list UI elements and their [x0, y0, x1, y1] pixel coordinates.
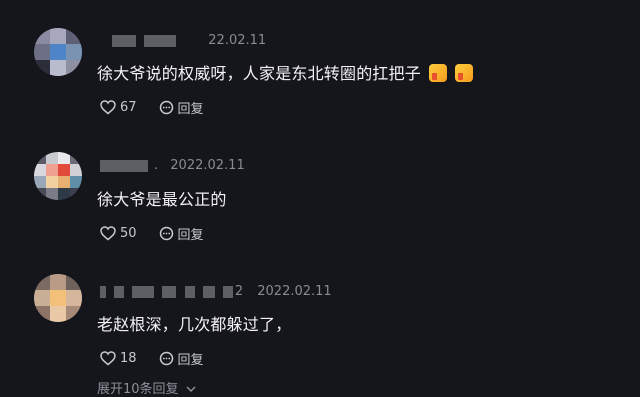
thumbs-up-icon — [455, 64, 474, 82]
username-redacted[interactable] — [202, 285, 215, 298]
comment-date: 2022.02.11 — [170, 158, 245, 173]
heart-outline-icon — [100, 226, 116, 241]
comment-meta: 22.02.11 — [112, 33, 266, 48]
heart-outline-icon — [100, 100, 116, 115]
like-count: 18 — [120, 351, 137, 366]
username-redacted[interactable] — [184, 285, 195, 298]
username-redacted[interactable] — [132, 285, 155, 298]
reply-bubble-icon — [159, 226, 173, 241]
username-redacted[interactable] — [222, 285, 233, 298]
expand-label: 展开10条回复 — [97, 382, 179, 397]
reply-button[interactable]: 回复 — [159, 224, 204, 243]
chevron-down-icon — [186, 386, 196, 393]
separator-dot: . — [154, 158, 159, 173]
reply-bubble-icon — [159, 100, 173, 115]
reply-label: 回复 — [177, 353, 204, 368]
comment-actions: 67 回复 — [100, 98, 226, 117]
comment-meta: . 2022.02.11 — [100, 158, 245, 173]
reply-label: 回复 — [177, 102, 204, 117]
comment-actions: 18 回复 — [100, 349, 226, 368]
like-count: 67 — [120, 100, 137, 115]
expand-replies-button[interactable]: 展开10条回复 — [97, 378, 196, 397]
username-redacted[interactable] — [112, 34, 136, 47]
heart-outline-icon — [100, 351, 116, 366]
reply-button[interactable]: 回复 — [159, 349, 204, 368]
like-button[interactable]: 18 — [100, 351, 137, 366]
username-redacted[interactable] — [100, 285, 106, 298]
thumbs-up-icon — [429, 64, 448, 82]
reply-label: 回复 — [177, 228, 204, 243]
avatar[interactable] — [34, 152, 82, 200]
comment-text: 徐大爷是最公正的 — [97, 190, 227, 209]
comment-actions: 50 回复 — [100, 224, 226, 243]
like-button[interactable]: 50 — [100, 226, 137, 241]
comment-text: 徐大爷说的权威呀，人家是东北转圈的扛把子 — [97, 60, 474, 84]
reply-button[interactable]: 回复 — [159, 98, 204, 117]
username-redacted[interactable] — [100, 159, 148, 172]
like-count: 50 — [120, 226, 137, 241]
comment-text: 老赵根深，几次都躲过了， — [97, 315, 292, 334]
avatar[interactable] — [34, 274, 82, 322]
comment-body: 徐大爷说的权威呀，人家是东北转圈的扛把子 — [97, 64, 422, 83]
username-tail[interactable]: 2 — [235, 284, 243, 299]
username-redacted[interactable] — [114, 285, 125, 298]
like-button[interactable]: 67 — [100, 100, 137, 115]
username-redacted[interactable] — [162, 285, 177, 298]
reply-bubble-icon — [159, 351, 173, 366]
username-redacted[interactable] — [144, 34, 177, 47]
avatar[interactable] — [34, 28, 82, 76]
comment-date: 22.02.11 — [208, 33, 267, 48]
comment-meta: 2 2022.02.11 — [100, 284, 332, 299]
comment-date: 2022.02.11 — [257, 284, 332, 299]
